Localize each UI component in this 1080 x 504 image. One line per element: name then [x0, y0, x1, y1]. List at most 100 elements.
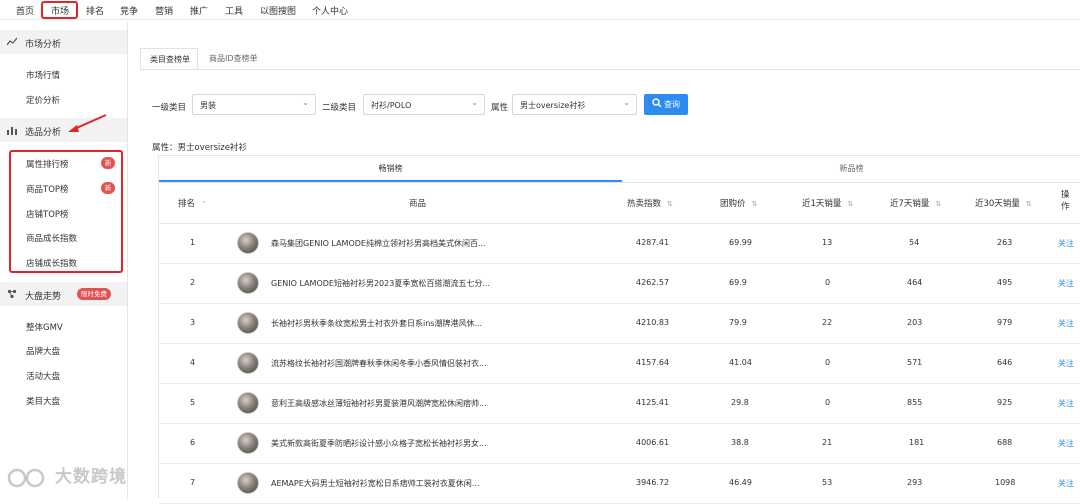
- sales-7d-cell: 181: [909, 438, 925, 447]
- product-thumbnail[interactable]: [237, 312, 259, 334]
- sort-icon: ⇅: [935, 200, 942, 208]
- tab-divider: [140, 69, 1080, 70]
- follow-link[interactable]: 关注: [1058, 358, 1074, 369]
- product-thumbnail[interactable]: [237, 432, 259, 454]
- product-thumbnail[interactable]: [237, 472, 259, 494]
- price-cell: 46.49: [729, 478, 752, 487]
- table-row: 5 意利王高级感冰丝薄短袖衬衫男夏装港风潮牌宽松休闲痞帅... 4125.41 …: [159, 384, 1080, 424]
- hot-index-cell: 4157.64: [636, 358, 670, 367]
- sales-7d-cell: 293: [907, 478, 923, 487]
- nav-promotion[interactable]: 推广: [190, 4, 208, 17]
- sidebar-item-category[interactable]: 类目大盘: [26, 395, 60, 407]
- product-name[interactable]: 森马集团GENIO LAMODE纯棉立领衬衫男高档美式休闲百...: [271, 238, 486, 249]
- level2-label: 二级类目: [322, 103, 357, 113]
- product-name[interactable]: GENIO LAMODE短袖衬衫男2023夏季宽松百搭潮流五七分...: [271, 278, 490, 289]
- sidebar-item-pricing[interactable]: 定价分析: [26, 94, 60, 106]
- nav-compete[interactable]: 竞争: [120, 4, 138, 17]
- subtab-best-sellers[interactable]: 畅销榜: [159, 156, 622, 182]
- attr-select[interactable]: 男士oversize衬衫 ⌄: [512, 94, 637, 115]
- attr-value: 男士oversize衬衫: [520, 101, 586, 110]
- sort-icon: ⌃: [201, 200, 207, 208]
- subtab-new-products[interactable]: 新品榜: [622, 156, 1080, 182]
- hot-index-cell: 4125.41: [636, 398, 670, 407]
- current-attribute-text: 属性：男士oversize衬衫: [152, 143, 247, 153]
- header-price-label: 团购价: [720, 199, 746, 209]
- header-hot-index[interactable]: 热卖指数 ⇅: [627, 197, 673, 209]
- top-nav: 首页 市场 排名 竞争 营销 推广 工具 以图搜图 个人中心: [0, 0, 1080, 20]
- product-name[interactable]: AEMAPE大码男士短袖衬衫宽松日系痞帅工装衬衣夏休闲...: [271, 478, 479, 489]
- sort-icon: ⇅: [751, 200, 758, 208]
- product-thumbnail[interactable]: [237, 272, 259, 294]
- nav-marketing[interactable]: 营销: [155, 4, 173, 17]
- follow-link[interactable]: 关注: [1058, 398, 1074, 409]
- header-sales-1d[interactable]: 近1天销量 ⇅: [802, 197, 853, 209]
- sidebar-section-label: 市场分析: [25, 40, 62, 50]
- chevron-down-icon: ⌄: [623, 98, 630, 107]
- sales-30d-cell: 646: [997, 358, 1013, 367]
- query-button[interactable]: 查询: [644, 94, 688, 115]
- table-row: 7 AEMAPE大码男士短袖衬衫宽松日系痞帅工装衬衣夏休闲... 3946.72…: [159, 464, 1080, 504]
- trend-line-icon: [6, 37, 18, 47]
- sales-30d-cell: 925: [997, 398, 1013, 407]
- sidebar-item-activity[interactable]: 活动大盘: [26, 370, 60, 382]
- sidebar-section-label: 大盘走势: [25, 292, 62, 302]
- sales-30d-cell: 495: [997, 278, 1013, 287]
- product-name[interactable]: 意利王高级感冰丝薄短袖衬衫男夏装港风潮牌宽松休闲痞帅...: [271, 398, 487, 409]
- tab-product-id-rank[interactable]: 商品ID查榜单: [200, 48, 272, 70]
- product-name[interactable]: 美式新款高街夏季防晒衫设计感小众格子宽松长袖衬衫男女...: [271, 438, 487, 449]
- nav-rank[interactable]: 排名: [86, 4, 104, 17]
- header-sales-30d[interactable]: 近30天销量 ⇅: [975, 197, 1032, 209]
- header-rank[interactable]: 排名 ⌃: [178, 197, 207, 209]
- header-price[interactable]: 团购价 ⇅: [720, 197, 757, 209]
- sales-30d-cell: 688: [997, 438, 1013, 447]
- product-thumbnail[interactable]: [237, 392, 259, 414]
- sidebar-item-market-trend[interactable]: 市场行情: [26, 69, 60, 81]
- chevron-down-icon: ⌄: [471, 98, 478, 107]
- sidebar-item-gmv[interactable]: 整体GMV: [26, 321, 63, 333]
- product-name[interactable]: 流苏格纹长袖衬衫国潮牌春秋季休闲冬季小香风情侣装衬衣...: [271, 358, 487, 369]
- product-name[interactable]: 长袖衬衫男秋季条纹宽松男士衬衣外套日系ins潮牌港风休...: [271, 318, 482, 329]
- sales-1d-cell: 0: [825, 278, 831, 287]
- header-7d-label: 近7天销量: [890, 199, 930, 209]
- follow-link[interactable]: 关注: [1058, 278, 1074, 289]
- level1-value: 男装: [200, 101, 216, 110]
- price-cell: 29.8: [731, 398, 749, 407]
- follow-link[interactable]: 关注: [1058, 438, 1074, 449]
- sidebar-section-market-trend[interactable]: 大盘走势 限时免费: [0, 282, 127, 306]
- hot-index-cell: 3946.72: [636, 478, 670, 487]
- follow-link[interactable]: 关注: [1058, 478, 1074, 489]
- rank-cell: 4: [190, 358, 196, 367]
- product-thumbnail[interactable]: [237, 352, 259, 374]
- brand-logo-icon: [7, 465, 51, 495]
- search-icon: [652, 98, 662, 111]
- follow-link[interactable]: 关注: [1058, 238, 1074, 249]
- tab-category-rank[interactable]: 类目查榜单: [140, 48, 198, 70]
- sales-1d-cell: 13: [822, 238, 833, 247]
- nav-image-search[interactable]: 以图搜图: [260, 4, 296, 17]
- sales-1d-cell: 0: [825, 358, 831, 367]
- follow-link[interactable]: 关注: [1058, 318, 1074, 329]
- nav-home[interactable]: 首页: [16, 4, 34, 17]
- sidebar-item-brand[interactable]: 品牌大盘: [26, 345, 60, 357]
- hot-index-cell: 4210.83: [636, 318, 670, 327]
- sort-icon: ⇅: [667, 200, 673, 208]
- level2-select[interactable]: 衬衫/POLO ⌄: [363, 94, 485, 115]
- sales-1d-cell: 0: [825, 398, 831, 407]
- product-thumbnail[interactable]: [237, 232, 259, 254]
- sidebar-section-market-analysis[interactable]: 市场分析: [0, 30, 127, 54]
- header-product: 商品: [409, 199, 427, 209]
- sidebar-section-product-selection[interactable]: 选品分析: [0, 118, 127, 142]
- header-1d-label: 近1天销量: [802, 199, 842, 209]
- price-cell: 41.04: [729, 358, 752, 367]
- sales-1d-cell: 22: [822, 318, 833, 327]
- nav-tools[interactable]: 工具: [225, 4, 243, 17]
- rank-cell: 2: [190, 278, 196, 287]
- level1-select[interactable]: 男装 ⌄: [192, 94, 316, 115]
- table-row: 3 长袖衬衫男秋季条纹宽松男士衬衣外套日系ins潮牌港风休... 4210.83…: [159, 304, 1080, 344]
- sales-30d-cell: 263: [997, 238, 1013, 247]
- rank-table: 畅销榜 新品榜 排名 ⌃ 商品 热卖指数 ⇅ 团购价 ⇅ 近1天销量 ⇅ 近7天销量 ⇅ …: [158, 155, 1080, 504]
- nav-user-center[interactable]: 个人中心: [312, 4, 348, 17]
- sidebar-section-label: 选品分析: [25, 128, 62, 138]
- header-sales-7d[interactable]: 近7天销量 ⇅: [890, 197, 941, 209]
- sort-icon: ⇅: [847, 200, 854, 208]
